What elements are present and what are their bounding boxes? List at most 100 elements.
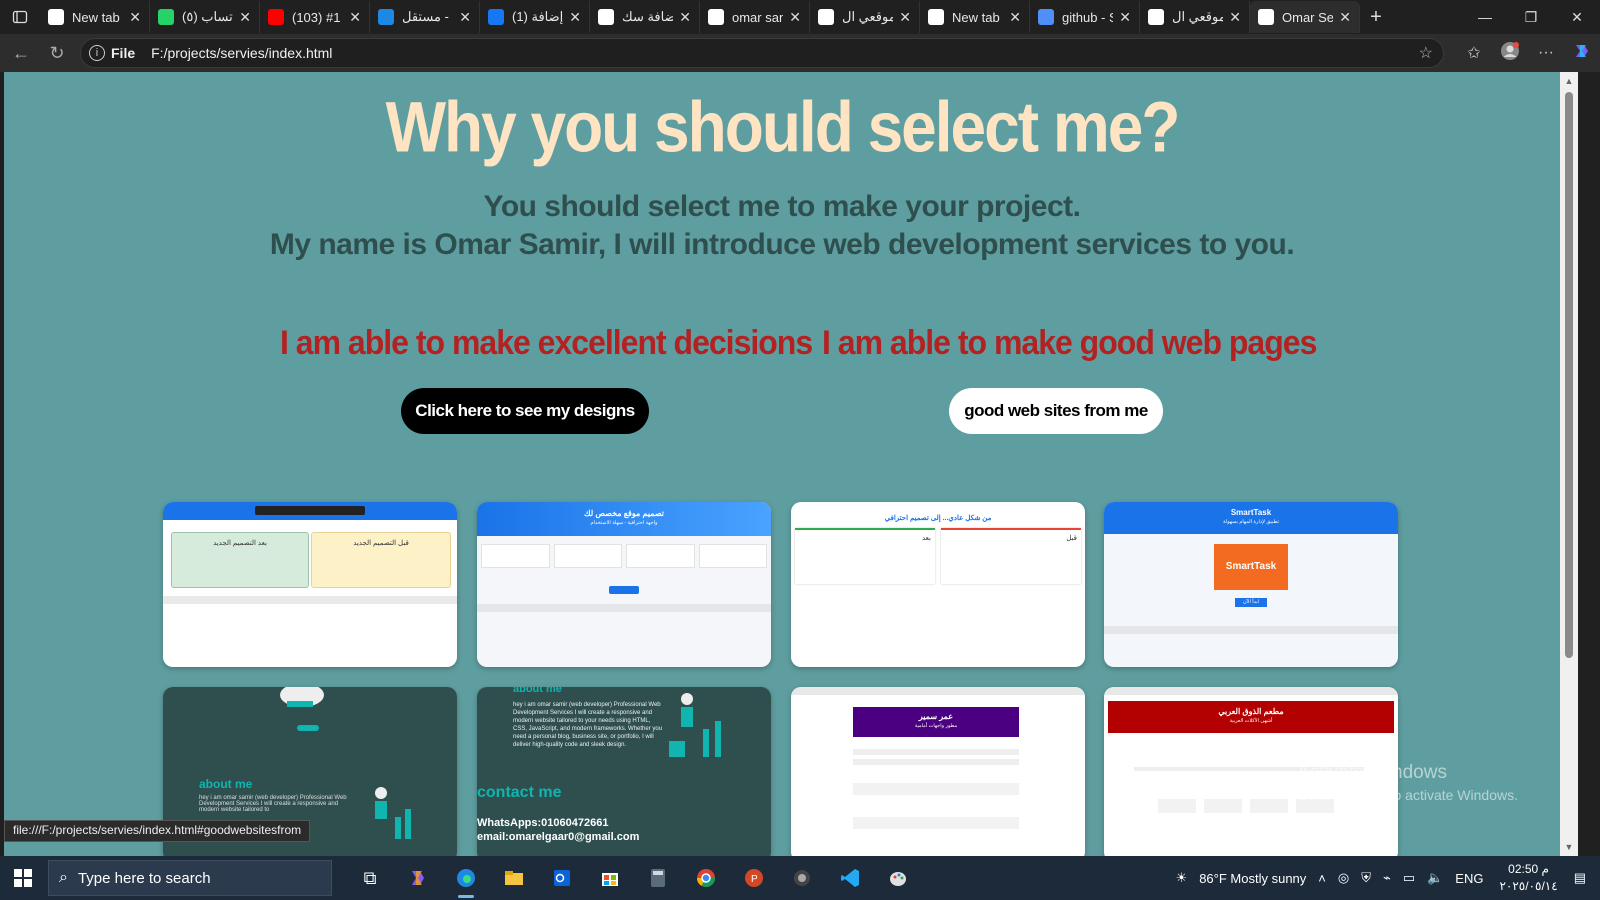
tab-11[interactable]: موقعي ال ✕ [1140,1,1250,33]
openai-icon [598,9,614,25]
page-title: Why you should select me? [385,86,1181,168]
favorite-star-icon[interactable]: ☆ [1419,43,1433,63]
design-card-portfolio-omar[interactable]: عمر سمير مطور واجهات أمامية [791,687,1085,856]
outlook-icon[interactable] [538,856,586,900]
youtube-icon [268,9,284,25]
tab-title: omar sam [732,9,783,25]
language-indicator[interactable]: ENG [1455,871,1483,886]
tab-4[interactable]: مستقل - ✕ [370,1,480,33]
profile-avatar-icon[interactable] [1492,41,1528,66]
volume-icon[interactable]: 🔈 [1427,870,1443,886]
good-websites-button[interactable]: good web sites from me [949,388,1163,434]
tray-chevron-icon[interactable]: ˄ [1318,871,1326,886]
taskbar: ⌕ Type here to search ⧉ P ☀ 86°F Mostly … [0,856,1600,900]
close-tab-icon[interactable]: ✕ [679,9,691,26]
weather-icon[interactable]: ☀ [1176,870,1188,886]
copilot-app-icon[interactable] [394,856,442,900]
copilot-icon[interactable] [1564,41,1600,66]
close-tab-icon[interactable]: ✕ [789,9,801,26]
url-text[interactable]: F:/projects/servies/index.html [151,45,332,61]
tab-5[interactable]: (1) إضافة ✕ [480,1,590,33]
notifications-icon[interactable]: ▤ [1574,870,1586,886]
game-app-icon[interactable] [778,856,826,900]
vscode-icon[interactable] [826,856,874,900]
close-tab-icon[interactable]: ✕ [899,9,911,26]
scroll-down-icon[interactable]: ▼ [1560,842,1578,852]
search-icon: ⌕ [59,869,68,886]
close-tab-icon[interactable]: ✕ [1339,9,1351,26]
card-header: من شكل عادي... إلى تصميم احترافي [884,515,992,522]
network-icon[interactable]: ▭ [1403,870,1415,886]
taskbar-search-input[interactable]: ⌕ Type here to search [48,860,332,896]
see-designs-button[interactable]: Click here to see my designs [401,388,649,434]
scroll-up-icon[interactable]: ▲ [1560,76,1578,86]
more-menu-icon[interactable]: ··· [1528,44,1564,62]
tab-title: مستقل - [402,9,449,24]
close-tab-icon[interactable]: ✕ [129,9,141,26]
restore-icon[interactable]: ❐ [1508,0,1554,34]
design-card-normal-to-pro[interactable]: من شكل عادي... إلى تصميم احترافي بعد قبل [791,502,1085,667]
back-icon[interactable]: ← [8,40,34,66]
task-view-icon[interactable]: ⧉ [346,856,394,900]
design-card-custom-site[interactable]: تصميم موقع مخصص لك واجهة احترافية - سهلة… [477,502,771,667]
clock[interactable]: 02:50 م ٢٠٢٥/٠٥/١٤ [1499,861,1557,895]
scroll-thumb[interactable] [1565,92,1573,658]
favorites-icon[interactable]: ✩ [1456,43,1492,63]
info-icon[interactable]: i [89,45,105,61]
weather-text[interactable]: 86°F Mostly sunny [1199,871,1306,886]
tab-title: (103) #1 [292,9,341,25]
about-heading: about me [199,777,253,791]
tab-2[interactable]: واتساب (٥) ✕ [150,1,260,33]
tab-1[interactable]: New tab ✕ [40,1,150,33]
page-scrollbar[interactable]: ▲ ▼ [1560,72,1578,856]
globe-icon [1148,9,1164,25]
whatsapp-icon [158,9,174,25]
tab-title: Omar Ser [1282,9,1334,25]
subtitle-line-2: My name is Omar Samir, I will introduce … [269,228,1295,261]
tab-6[interactable]: إضافة سك ✕ [590,1,700,33]
tab-8[interactable]: موقعي ال ✕ [810,1,920,33]
email-text: email:omarelgaar0@gmail.com [477,831,640,843]
card-header: تصميم موقع مخصص لك واجهة احترافية - سهلة… [477,502,771,536]
close-tab-icon[interactable]: ✕ [1009,9,1021,26]
design-card-contact-dark[interactable]: about me hey i am omar samir (web develo… [477,687,771,856]
close-tab-icon[interactable]: ✕ [459,9,471,26]
status-bar-url: file:///F:/projects/servies/index.html#g… [4,820,311,842]
camera-icon[interactable]: ◎ [1338,870,1349,886]
wifi-off-icon[interactable]: ⌁ [1383,870,1391,886]
contact-heading: contact me [477,784,562,801]
tab-actions-icon[interactable] [0,0,40,34]
close-tab-icon[interactable]: ✕ [1119,9,1131,26]
subtitle-line-1: You should select me to make your projec… [483,190,1081,223]
close-window-icon[interactable]: ✕ [1554,0,1600,34]
close-tab-icon[interactable]: ✕ [349,9,361,26]
right-heading: I am able to make good web pages [822,322,1317,362]
tab-10[interactable]: github - S ✕ [1030,1,1140,33]
close-tab-icon[interactable]: ✕ [1229,9,1241,26]
close-tab-icon[interactable]: ✕ [569,9,581,26]
powerpoint-icon[interactable]: P [730,856,778,900]
tab-9[interactable]: New tab ✕ [920,1,1030,33]
paint-app-icon[interactable] [874,856,922,900]
chrome-icon[interactable] [682,856,730,900]
tab-title: (1) إضافة [512,9,564,24]
store-icon[interactable] [586,856,634,900]
refresh-icon[interactable]: ↻ [44,40,70,66]
design-card-smarttask[interactable]: SmartTask تطبيق لإدارة المهام بسهولة Sma… [1104,502,1398,667]
whatsapp-text: WhatsApps:01060472661 [477,817,609,829]
new-tab-button[interactable]: + [1360,6,1392,29]
security-icon[interactable]: ⛨ [1361,870,1371,886]
tab-title: موقعي ال [842,9,894,24]
address-bar[interactable]: i File F:/projects/servies/index.html ☆ [80,38,1444,68]
design-card-before-after[interactable]: بعد التصميم الجديد قبل التصميم الجديد [163,502,457,667]
notification-icon [488,9,504,25]
tab-7[interactable]: omar sam ✕ [700,1,810,33]
windows-start-icon[interactable] [0,856,46,900]
calculator-icon[interactable] [634,856,682,900]
minimize-icon[interactable]: — [1462,0,1508,34]
file-explorer-icon[interactable] [490,856,538,900]
tab-3[interactable]: (103) #1 ✕ [260,1,370,33]
close-tab-icon[interactable]: ✕ [239,9,251,26]
tab-12[interactable]: Omar Ser ✕ [1250,1,1360,33]
edge-icon[interactable] [442,856,490,900]
